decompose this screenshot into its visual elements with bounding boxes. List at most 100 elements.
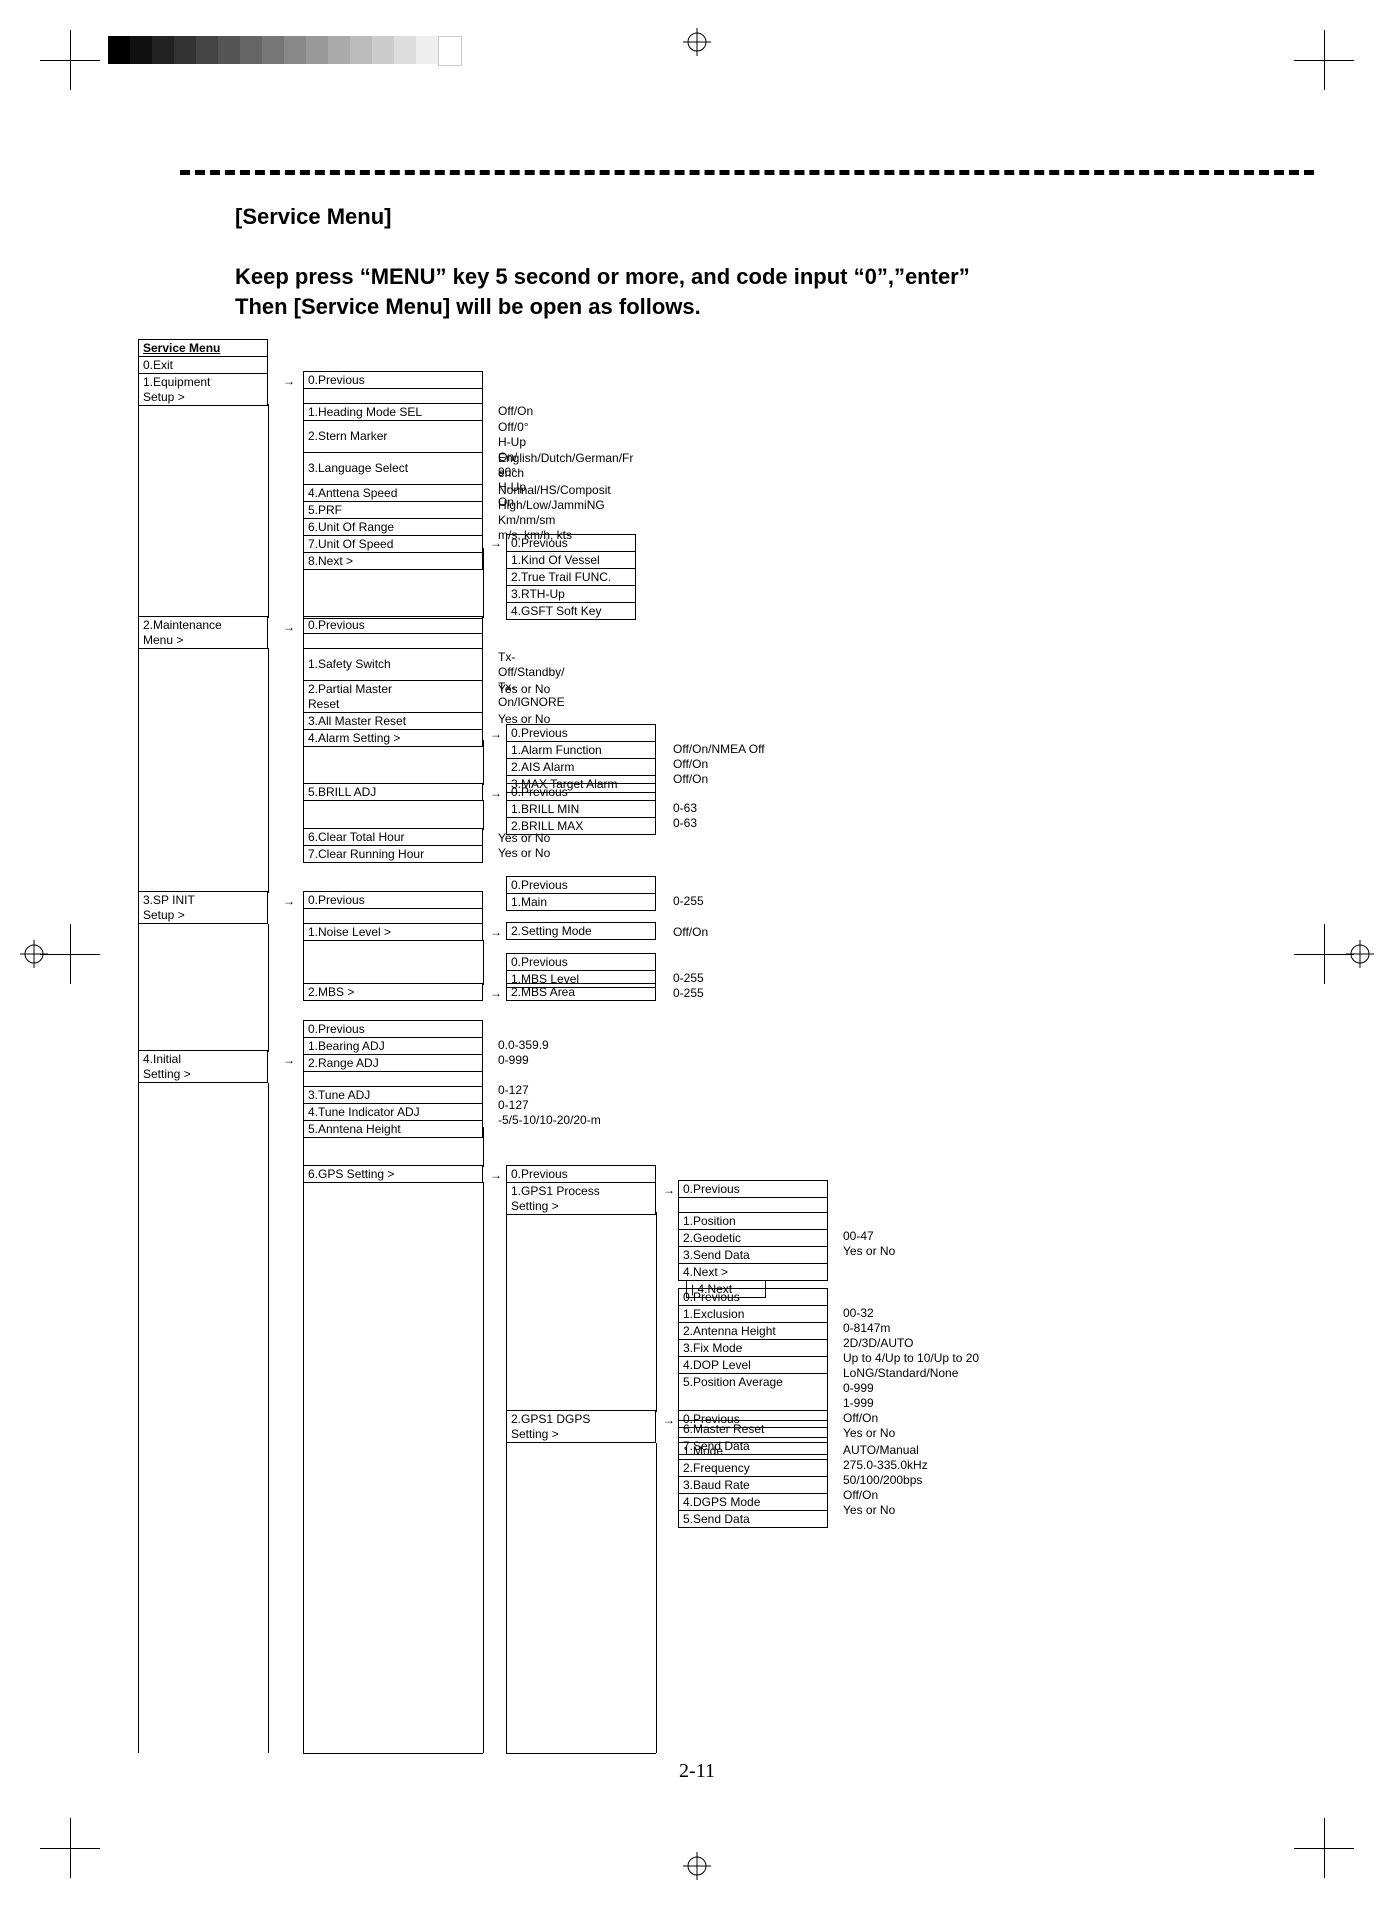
crop-mark (1294, 924, 1354, 984)
value-text: AUTO/Manual (843, 1443, 919, 1458)
menu-item: 1.BRILL MIN (506, 800, 656, 818)
menu-header: Service Menu (138, 339, 268, 357)
menu-item: 0.Previous (303, 1020, 483, 1038)
arrow-icon: → (283, 374, 295, 389)
menu-item: Reset (303, 696, 483, 713)
menu-item: 3.Tune ADJ (303, 1086, 483, 1104)
menu-item: 4.DGPS Mode (678, 1493, 828, 1511)
menu-item: 6.GPS Setting > (303, 1165, 483, 1183)
menu-item: 1.Bearing ADJ (303, 1037, 483, 1055)
menu-item: 2.True Trail FUNC. (506, 568, 636, 586)
menu-item: 0.Previous (678, 1180, 828, 1198)
crop-mark (40, 1818, 100, 1878)
menu-item: 0.Previous (303, 371, 483, 389)
arrow-icon: → (490, 786, 502, 801)
menu-item: 1.Heading Mode SEL (303, 403, 483, 421)
menu-item: 1.Position (678, 1212, 828, 1230)
value-text: 0-63 (673, 816, 697, 831)
value-text: Tx-Off/Standby/ Tx-On/IGNORE (498, 650, 565, 710)
value-text: 0-255 (673, 894, 704, 909)
page-number: 2-11 (0, 1760, 1394, 1783)
value-text: 00-47 (843, 1229, 874, 1244)
menu-item: 3.Baud Rate (678, 1476, 828, 1494)
menu-item: 4.Next > (678, 1263, 828, 1281)
value-text: 0.0-359.9 (498, 1038, 549, 1053)
menu-item: 4.Tune Indicator ADJ (303, 1103, 483, 1121)
menu-item: 2.MBS Area (506, 983, 656, 1001)
menu-item: Setting > (138, 1066, 268, 1083)
menu-item: 7.Unit Of Speed (303, 535, 483, 553)
menu-item: 2.BRILL MAX (506, 817, 656, 835)
arrow-icon: → (490, 1168, 502, 1183)
menu-item: 4.Anttena Speed (303, 484, 483, 502)
crop-mark (40, 30, 100, 90)
menu-item: 1.Main (506, 893, 656, 911)
arrow-icon: → (663, 1183, 675, 1198)
menu-item: 0.Previous (303, 616, 483, 634)
value-text: Off/On (843, 1411, 878, 1426)
menu-item: 0.Previous (506, 783, 656, 801)
menu-item: Menu > (138, 632, 268, 649)
menu-item: 2.AIS Alarm (506, 758, 656, 776)
value-text: 0-8147m (843, 1321, 890, 1336)
value-text: English/Dutch/German/Fr ench (498, 451, 633, 481)
menu-item: 5.Anntena Height (303, 1120, 483, 1138)
registration-mark-icon (683, 1852, 711, 1880)
menu-item: 6.Unit Of Range (303, 518, 483, 536)
value-text: Yes or No (498, 682, 550, 697)
menu-item: 0.Previous (506, 1165, 656, 1183)
registration-mark-icon (683, 28, 711, 56)
value-text: Off/On (673, 772, 708, 787)
arrow-icon: → (490, 986, 502, 1001)
value-text: 0-63 (673, 801, 697, 816)
menu-item: 1.Safety Switch (303, 648, 483, 681)
value-text: 0-127 (498, 1098, 529, 1113)
value-text: Yes or No (843, 1426, 895, 1441)
value-text: Off/On/NMEA Off (673, 742, 765, 757)
menu-item: 0.Previous (506, 724, 656, 742)
menu-item: 0.Previous (506, 876, 656, 894)
value-text: Yes or No (498, 846, 550, 861)
arrow-icon: → (490, 727, 502, 742)
menu-item: 1.Noise Level > (303, 923, 483, 941)
value-text: 0-255 (673, 986, 704, 1001)
menu-item: 2.Setting Mode (506, 922, 656, 940)
menu-item: 0.Previous (678, 1288, 828, 1306)
menu-item: 0.Previous (506, 953, 656, 971)
menu-item: 4.GSFT Soft Key (506, 602, 636, 620)
divider (180, 170, 1314, 175)
menu-item: 3.SP INIT (138, 891, 268, 908)
menu-item: 1.GPS1 Process (506, 1182, 656, 1199)
crop-mark (1294, 1818, 1354, 1878)
arrow-icon: → (490, 536, 502, 551)
menu-item: 3.Language Select (303, 452, 483, 485)
menu-item: 1.Mode (678, 1442, 828, 1460)
arrow-icon: → (283, 894, 295, 909)
menu-item: 2.Partial Master (303, 680, 483, 697)
value-text: 00-32 (843, 1306, 874, 1321)
value-text: 50/100/200bps (843, 1473, 922, 1488)
menu-item: 5.BRILL ADJ (303, 783, 483, 801)
value-text: 0-999 (498, 1053, 529, 1068)
menu-item: Setting > (506, 1426, 656, 1443)
menu-item: 2.Range ADJ (303, 1054, 483, 1072)
value-text: Off/On (843, 1488, 878, 1503)
menu-item: 2.Antenna Height (678, 1322, 828, 1340)
crop-mark (1294, 30, 1354, 90)
menu-item: 2.Maintenance (138, 616, 268, 633)
menu-item: 0.Previous (678, 1410, 828, 1428)
value-text: Km/nm/sm (498, 513, 555, 528)
menu-item: 1.Kind Of Vessel (506, 551, 636, 569)
value-text: 0-255 (673, 971, 704, 986)
menu-item: 1.Equipment (138, 373, 268, 390)
value-text: 0-127 (498, 1083, 529, 1098)
value-text: Off/On (498, 404, 533, 419)
menu-item: 2.GPS1 DGPS (506, 1410, 656, 1427)
menu-item: 3.All Master Reset (303, 712, 483, 730)
menu-item: 3.Send Data (678, 1246, 828, 1264)
value-text: LoNG/Standard/None 0-999 1-999 (843, 1366, 958, 1411)
menu-item: 3.Fix Mode (678, 1339, 828, 1357)
instruction-text: Keep press “MENU” key 5 second or more, … (235, 262, 970, 321)
menu-item: 1.Alarm Function (506, 741, 656, 759)
value-text: Up to 4/Up to 10/Up to 20 (843, 1351, 979, 1366)
